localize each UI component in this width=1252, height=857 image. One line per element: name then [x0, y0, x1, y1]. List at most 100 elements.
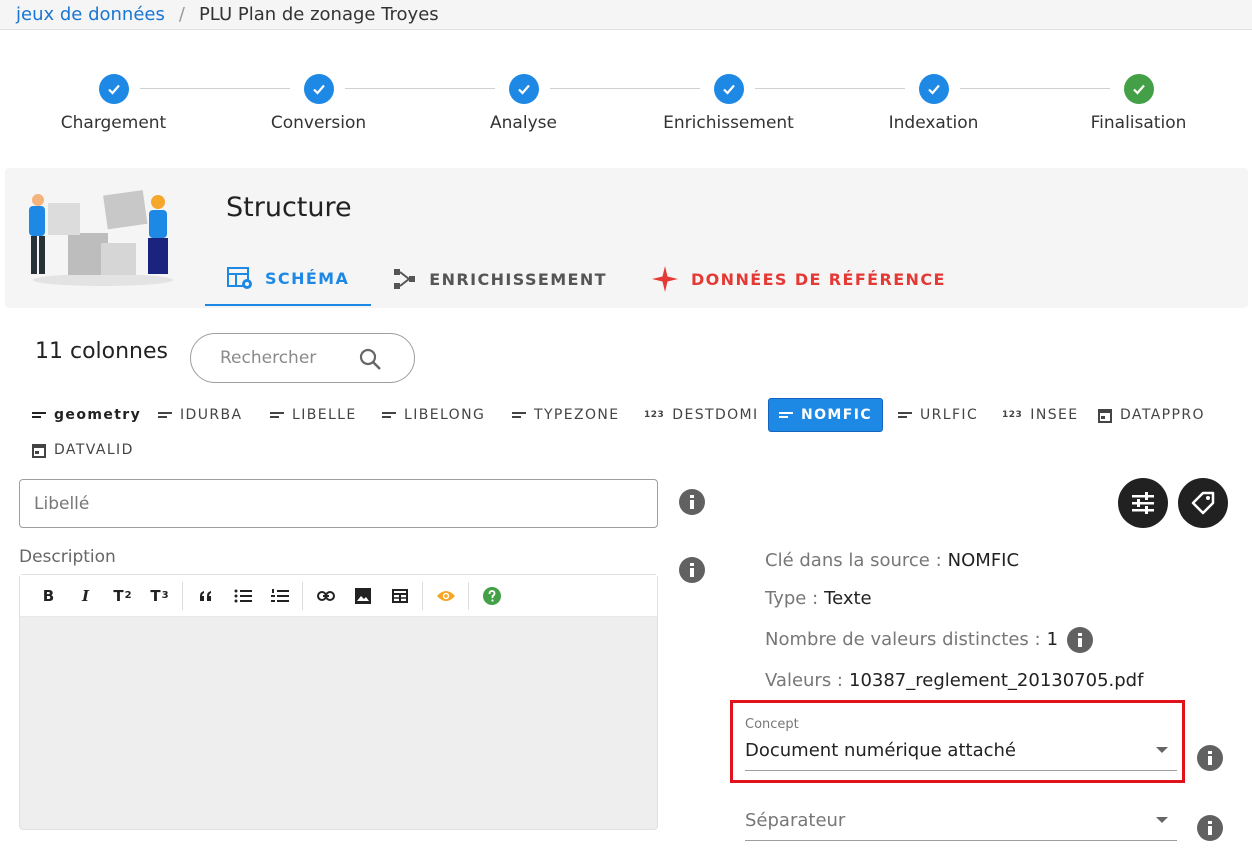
help-icon — [482, 586, 501, 605]
source-key-row: Clé dans la source : NOMFIC — [765, 550, 1019, 571]
bold-button[interactable]: B — [30, 581, 67, 611]
breadcrumb-current: PLU Plan de zonage Troyes — [198, 4, 439, 25]
source-key-label: Clé dans la source : — [765, 550, 942, 571]
text-icon — [512, 410, 526, 420]
bullet-list-button[interactable] — [224, 581, 261, 611]
calendar-icon — [1098, 408, 1112, 423]
breadcrumb-separator: / — [178, 4, 185, 25]
distinct-values-row: Nombre de valeurs distinctes :1 — [765, 629, 1058, 650]
text-icon — [779, 410, 793, 420]
table-settings-icon — [227, 266, 253, 290]
values-label: Valeurs : — [765, 670, 843, 691]
quote-button[interactable] — [187, 581, 224, 611]
link-icon — [316, 590, 335, 601]
chip-label: DATVALID — [54, 442, 134, 458]
step-label: Indexation — [888, 113, 979, 133]
check-icon — [508, 74, 539, 104]
type-row: Type : Texte — [765, 588, 872, 609]
concept-label: Concept — [745, 717, 799, 732]
step-label: Finalisation — [1090, 113, 1187, 133]
description-editor[interactable]: B I T2 T3 — [19, 574, 658, 830]
tag-button[interactable] — [1178, 478, 1228, 528]
column-chip-datvalid[interactable]: DATVALID — [22, 433, 144, 467]
bullet-list-icon — [234, 589, 252, 602]
quote-icon — [199, 590, 211, 601]
column-chip-typezone[interactable]: TYPEZONE — [502, 398, 630, 432]
tune-icon — [1132, 492, 1154, 514]
editor-toolbar: B I T2 T3 — [20, 575, 657, 617]
text-icon — [382, 410, 396, 420]
table-button[interactable] — [381, 581, 418, 611]
help-button[interactable] — [473, 581, 510, 611]
chip-label: DATAPPRO — [1120, 407, 1205, 423]
step-finalisation[interactable]: Finalisation — [1036, 70, 1241, 133]
text-icon — [898, 410, 912, 420]
values-value: 10387_reglement_20130705.pdf — [849, 670, 1144, 691]
tab-label: DONNÉES DE RÉFÉRENCE — [691, 269, 946, 289]
distinct-values-value: 1 — [1046, 629, 1059, 650]
step-analyse[interactable]: Analyse — [421, 70, 626, 133]
info-icon[interactable] — [1197, 745, 1223, 771]
tag-icon — [1191, 491, 1215, 515]
column-chip-datappro[interactable]: DATAPPRO — [1088, 398, 1215, 432]
italic-button[interactable]: I — [67, 581, 104, 611]
concept-select[interactable]: Document numérique attaché — [745, 740, 1016, 761]
tab-schema[interactable]: SCHÉMA — [205, 252, 372, 306]
search-icon[interactable] — [358, 347, 382, 375]
step-label: Enrichissement — [663, 113, 794, 133]
heading-sub: 2 — [124, 590, 132, 601]
search-input[interactable] — [220, 348, 350, 368]
image-button[interactable] — [344, 581, 381, 611]
column-search[interactable] — [190, 333, 415, 383]
tab-enrichissement[interactable]: ENRICHISSEMENT — [371, 252, 629, 306]
separator-underline — [745, 840, 1177, 841]
chip-label: geometry — [54, 407, 142, 423]
step-label: Conversion — [270, 113, 367, 133]
check-icon — [713, 74, 744, 104]
text-icon — [32, 410, 46, 420]
breadcrumb: jeux de données / PLU Plan de zonage Tro… — [0, 0, 1252, 30]
column-chip-urlfic[interactable]: URLFIC — [888, 398, 988, 432]
column-chip-libelle[interactable]: LIBELLE — [260, 398, 367, 432]
check-icon — [98, 74, 129, 104]
heading-t: T — [150, 586, 161, 605]
text-icon — [158, 410, 172, 420]
column-chip-destdomi[interactable]: 123 DESTDOMI — [634, 398, 769, 432]
info-icon[interactable] — [1067, 627, 1093, 653]
settings-button[interactable] — [1118, 478, 1168, 528]
breadcrumb-datasets-link[interactable]: jeux de données — [16, 4, 165, 25]
column-chip-geometry[interactable]: geometry — [22, 398, 151, 432]
info-icon[interactable] — [679, 489, 705, 515]
column-chip-libelong[interactable]: LIBELONG — [372, 398, 495, 432]
values-row: Valeurs : 10387_reglement_20130705.pdf — [765, 670, 1143, 691]
graph-icon — [393, 267, 417, 291]
link-button[interactable] — [307, 581, 344, 611]
check-icon — [918, 74, 949, 104]
chip-label: NOMFIC — [801, 407, 872, 423]
info-icon[interactable] — [679, 557, 705, 583]
step-label: Analyse — [490, 113, 557, 133]
chevron-down-icon[interactable] — [1156, 817, 1168, 823]
chevron-down-icon[interactable] — [1156, 747, 1168, 753]
heading2-button[interactable]: T2 — [104, 581, 141, 611]
column-chip-insee[interactable]: 123 INSEE — [992, 398, 1088, 432]
chip-label: TYPEZONE — [534, 407, 620, 423]
progress-stepper: Chargement Conversion Analyse Enrichisse… — [0, 70, 1252, 150]
chip-label: LIBELONG — [404, 407, 486, 423]
tab-donnees-reference[interactable]: DONNÉES DE RÉFÉRENCE — [629, 252, 968, 306]
info-icon[interactable] — [1197, 815, 1223, 841]
libelle-field[interactable] — [19, 479, 658, 528]
preview-button[interactable] — [427, 581, 464, 611]
numbered-list-button[interactable] — [261, 581, 298, 611]
heading3-button[interactable]: T3 — [141, 581, 178, 611]
step-chargement[interactable]: Chargement — [11, 70, 216, 133]
column-chip-nomfic[interactable]: NOMFIC — [768, 398, 883, 432]
step-conversion[interactable]: Conversion — [216, 70, 421, 133]
column-chip-idurba[interactable]: IDURBA — [148, 398, 252, 432]
step-indexation[interactable]: Indexation — [831, 70, 1036, 133]
step-enrichissement[interactable]: Enrichissement — [626, 70, 831, 133]
image-icon — [354, 587, 371, 604]
separator-select[interactable]: Séparateur — [745, 810, 845, 831]
page-title: Structure — [226, 192, 352, 223]
libelle-input[interactable] — [34, 493, 634, 514]
